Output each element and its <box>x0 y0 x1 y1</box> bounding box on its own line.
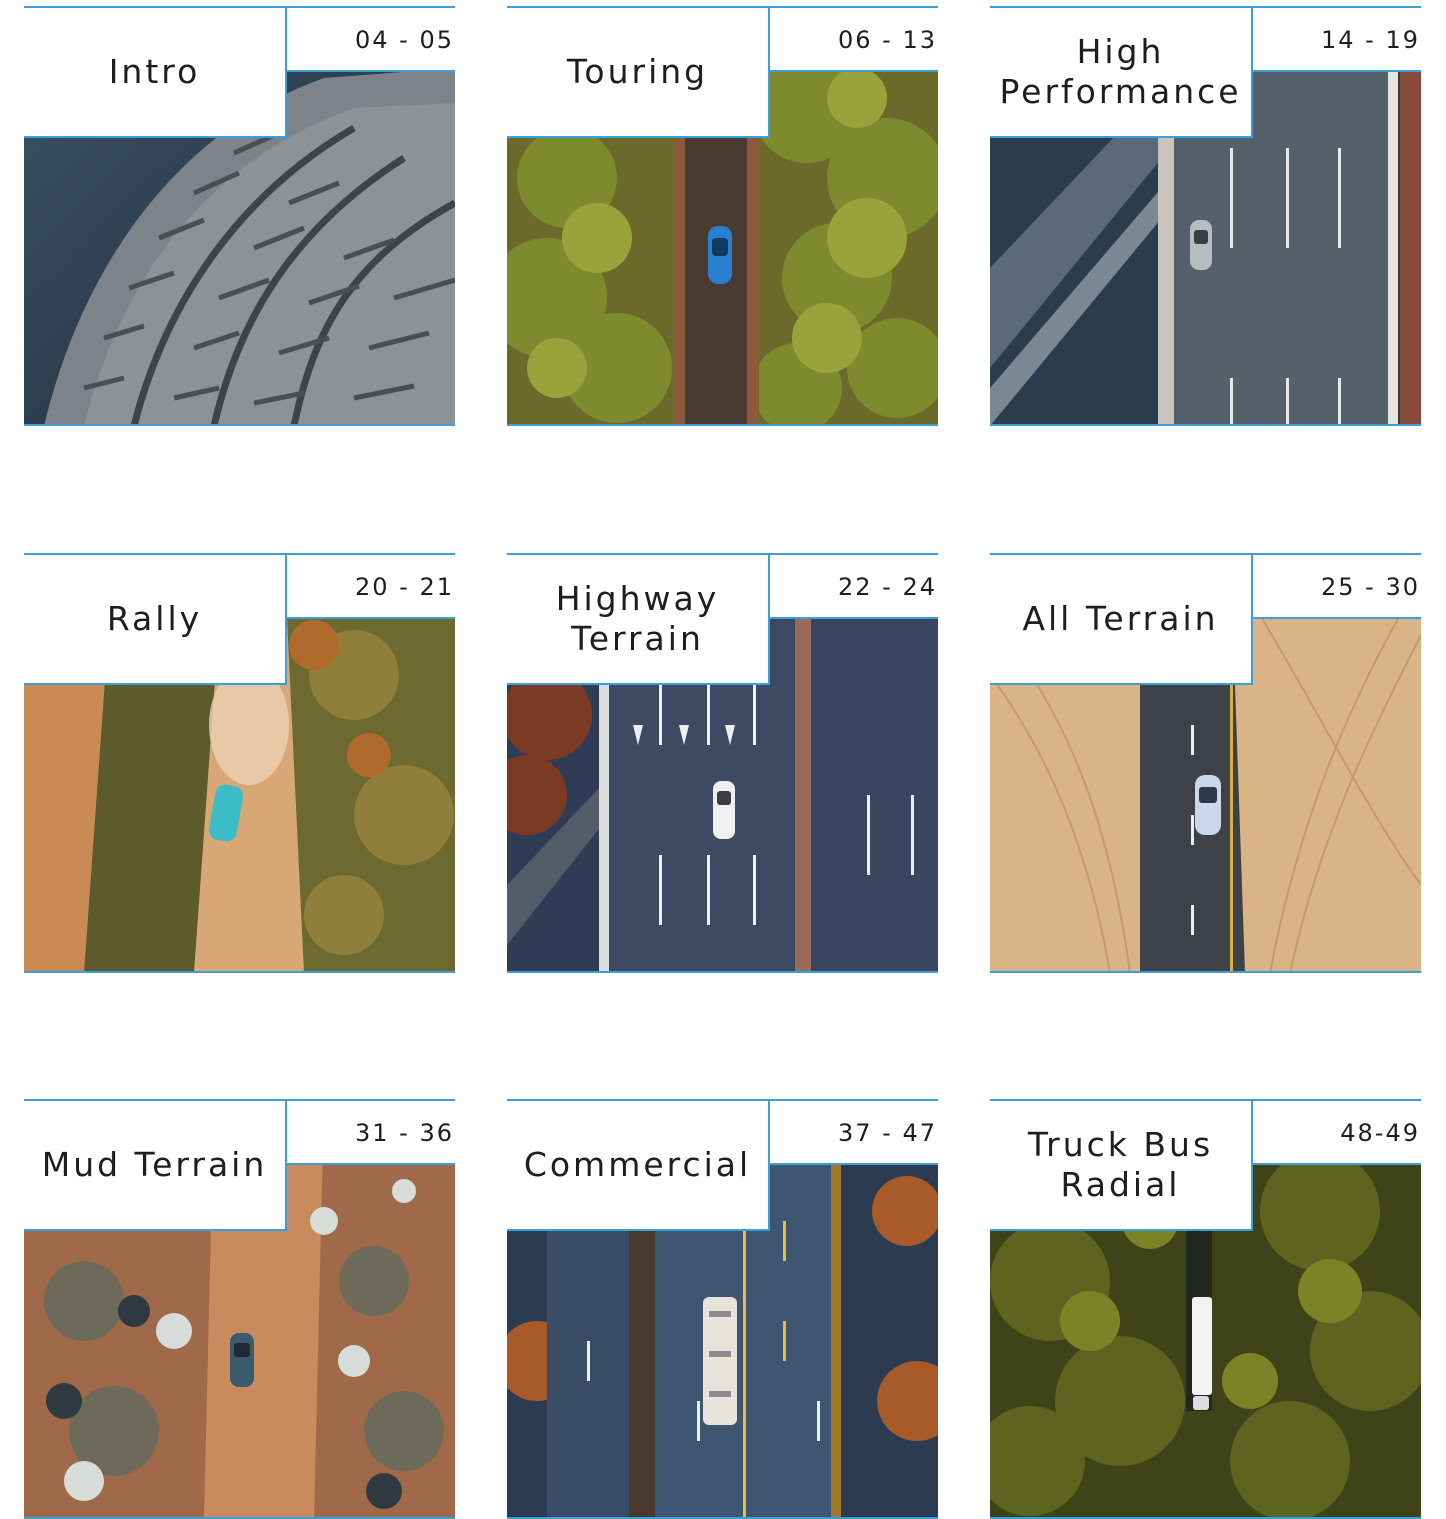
accent-line <box>24 424 455 426</box>
page-range-box: 14 - 19 <box>1251 8 1421 72</box>
section-tile-commercial[interactable]: 37 - 47 Commercial <box>507 1099 938 1519</box>
section-tile-high-performance[interactable]: 14 - 19 High Performance <box>990 6 1421 426</box>
section-title-box: Truck Bus Radial <box>990 1101 1253 1231</box>
page-range: 20 - 21 <box>355 573 454 601</box>
section-title-box: Intro <box>24 8 287 138</box>
page-range-box: 37 - 47 <box>768 1101 938 1165</box>
section-title: High Performance <box>999 32 1242 111</box>
page-range: 31 - 36 <box>355 1119 454 1147</box>
accent-line <box>507 424 938 426</box>
page-range-box: 06 - 13 <box>768 8 938 72</box>
page-range: 04 - 05 <box>355 26 454 54</box>
page-range-box: 31 - 36 <box>285 1101 455 1165</box>
section-tile-mud-terrain[interactable]: 31 - 36 Mud Terrain <box>24 1099 455 1519</box>
section-title-box: All Terrain <box>990 555 1253 685</box>
page-range: 06 - 13 <box>838 26 937 54</box>
page-range: 37 - 47 <box>838 1119 937 1147</box>
accent-line <box>990 424 1421 426</box>
page-range-box: 25 - 30 <box>1251 555 1421 619</box>
section-tile-rally[interactable]: 20 - 21 Rally <box>24 553 455 973</box>
section-title-box: Mud Terrain <box>24 1101 287 1231</box>
accent-line <box>990 971 1421 973</box>
section-title: Touring <box>566 52 709 91</box>
page-range-box: 20 - 21 <box>285 555 455 619</box>
section-tile-highway-terrain[interactable]: 22 - 24 Highway Terrain <box>507 553 938 973</box>
section-title: Commercial <box>523 1145 752 1184</box>
section-title-box: Rally <box>24 555 287 685</box>
section-title: Rally <box>106 599 203 638</box>
section-title-box: Highway Terrain <box>507 555 770 685</box>
page-range-box: 04 - 05 <box>285 8 455 72</box>
section-tile-all-terrain[interactable]: 25 - 30 All Terrain <box>990 553 1421 973</box>
page-range: 48-49 <box>1340 1119 1420 1147</box>
section-title: Highway Terrain <box>555 579 720 658</box>
section-title: Intro <box>108 52 201 91</box>
page-range: 22 - 24 <box>838 573 937 601</box>
section-tile-intro[interactable]: 04 - 05 Intro <box>24 6 455 426</box>
page-range-box: 48-49 <box>1251 1101 1421 1165</box>
accent-line <box>507 971 938 973</box>
page-range: 25 - 30 <box>1321 573 1420 601</box>
section-title: Truck Bus Radial <box>1027 1125 1214 1204</box>
section-title: All Terrain <box>1022 599 1219 638</box>
section-title-box: High Performance <box>990 8 1253 138</box>
accent-line <box>24 971 455 973</box>
section-tile-touring[interactable]: 06 - 13 Touring <box>507 6 938 426</box>
section-title-box: Commercial <box>507 1101 770 1231</box>
page-range-box: 22 - 24 <box>768 555 938 619</box>
section-title-box: Touring <box>507 8 770 138</box>
section-tile-truck-bus-radial[interactable]: 48-49 Truck Bus Radial <box>990 1099 1421 1519</box>
section-title: Mud Terrain <box>41 1145 268 1184</box>
page-range: 14 - 19 <box>1321 26 1420 54</box>
